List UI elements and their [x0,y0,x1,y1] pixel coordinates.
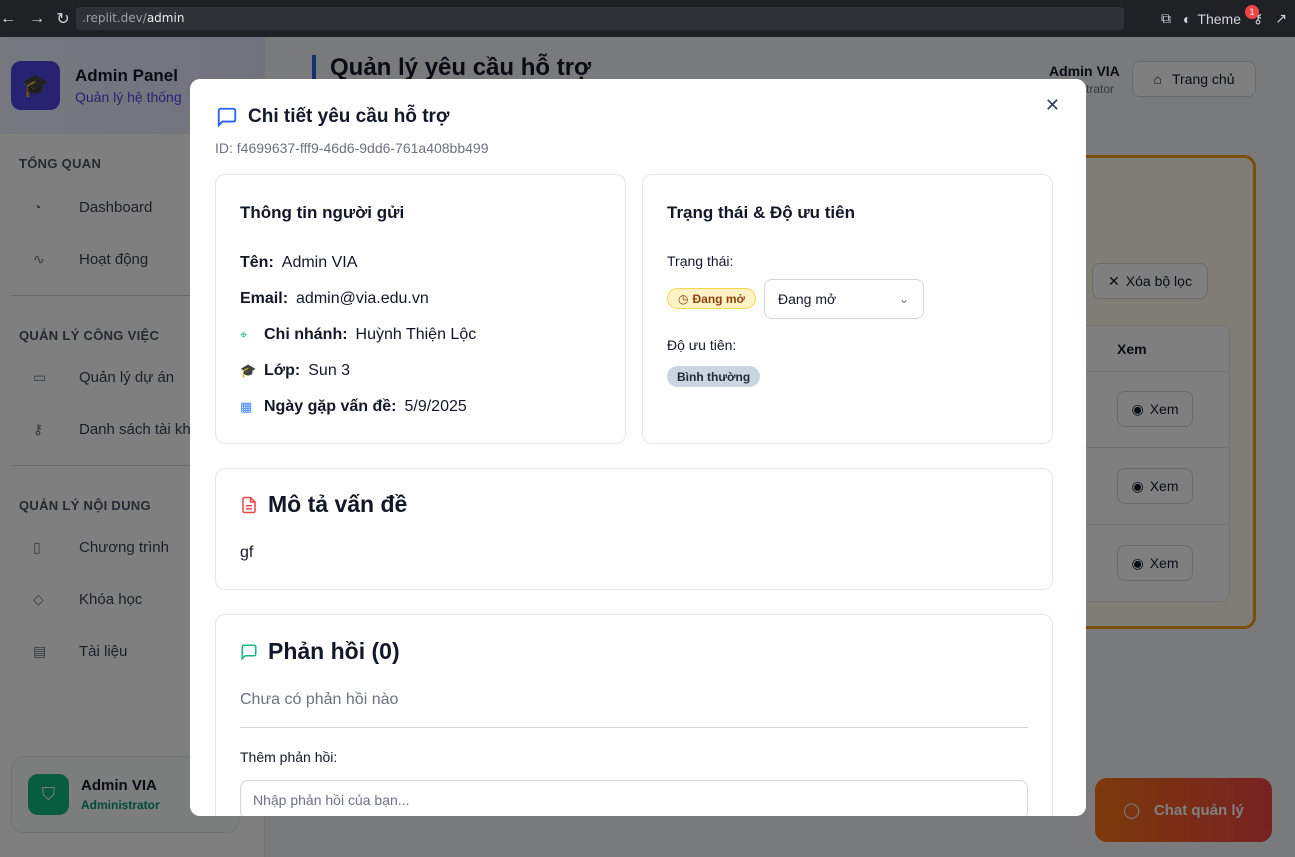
priority-label: Độ ưu tiên: [667,337,737,353]
description-card: Mô tả vấn đề gf [215,468,1053,590]
description-text: gf [240,544,254,561]
calendar-icon: ▦ [240,399,253,414]
name-value: Admin VIA [281,254,358,271]
date-label: Ngày gặp vấn đề: [264,398,397,415]
url-prefix: .replit.dev/ [82,11,147,25]
theme-button[interactable]: Theme [1197,11,1241,27]
status-badge: ◷ Đang mở [667,288,757,309]
status-priority-card: Trạng thái & Độ ưu tiên Trạng thái: ◷ Đan… [642,174,1053,444]
sender-class-row: 🎓 Lớp: Sun 3 [240,353,620,389]
date-value: 5/9/2025 [404,398,467,415]
branch-value: Huỳnh Thiện Lộc [355,326,477,343]
file-text-icon [242,496,256,513]
priority-badge: Bình thường [667,366,761,387]
email-label: Email: [240,290,289,307]
modal-title: Chi tiết yêu cầu hỗ trợ [216,106,449,128]
status-badge-text: Đang mở [692,291,746,306]
no-replies-text: Chưa có phản hồi nào [240,691,399,708]
replies-card: Phản hồi (0) Chưa có phản hồi nào Thêm p… [215,614,1053,816]
sender-date-row: ▦ Ngày gặp vấn đề: 5/9/2025 [240,389,620,425]
sender-info-card: Thông tin người gửi Tên: Admin VIA Email:… [215,174,626,444]
sender-branch-row: ⌖ Chi nhánh: Huỳnh Thiện Lộc [240,317,620,353]
status-heading: Trạng thái & Độ ưu tiên [667,203,855,222]
replies-heading: Phản hồi (0) [240,638,400,665]
class-label: Lớp: [264,362,301,379]
palette-icon[interactable]: ◐ [1183,11,1191,27]
status-select-value: Đang mở [778,291,837,307]
status-label: Trạng thái: [667,253,734,269]
address-bar[interactable]: .replit.dev/admin [76,7,1124,30]
forward-icon[interactable]: → [24,10,50,28]
reply-input[interactable]: Nhập phản hồi của bạn... [240,780,1028,816]
description-heading: Mô tả vấn đề [240,491,407,518]
status-select[interactable]: Đang mở ⌄ [764,279,924,319]
priority-badge-text: Bình thường [667,366,761,387]
message-square-icon [217,107,237,128]
support-request-modal: ✕ Chi tiết yêu cầu hỗ trợ ID: f4699637-f… [190,79,1086,816]
clock-icon: ◷ [678,291,689,306]
email-value: admin@via.edu.vn [296,290,429,307]
message-square-icon [241,644,257,661]
external-link-icon[interactable]: ↗ [1275,10,1287,27]
name-label: Tên: [240,254,274,271]
map-pin-icon: ⌖ [240,327,248,342]
close-icon[interactable]: ✕ [1045,95,1060,116]
graduation-cap-icon: 🎓 [240,363,257,378]
cast-icon[interactable]: ⧉ [1161,10,1171,27]
divider [240,727,1028,728]
reload-icon[interactable]: ↻ [50,9,76,29]
sender-email-row: Email: admin@via.edu.vn [240,281,620,317]
add-reply-label: Thêm phản hồi: [240,749,338,765]
chevron-down-icon: ⌄ [898,292,909,306]
notification-badge: 1 [1245,5,1259,19]
modal-title-text: Chi tiết yêu cầu hỗ trợ [248,106,450,127]
branch-label: Chi nhánh: [264,326,348,343]
back-icon[interactable]: ← [0,10,16,28]
class-value: Sun 3 [308,362,351,379]
sender-heading: Thông tin người gửi [240,203,405,222]
request-id: ID: f4699637-fff9-46d6-9dd6-761a408bb499 [215,140,489,156]
url-path: admin [146,11,185,25]
description-heading-text: Mô tả vấn đề [268,491,408,517]
browser-toolbar: ← → ↻ .replit.dev/admin ⧉ ◐ Theme ⚷ ↗ 1 [0,0,1295,37]
replies-heading-text: Phản hồi (0) [268,638,400,664]
sender-name-row: Tên: Admin VIA [240,245,620,281]
